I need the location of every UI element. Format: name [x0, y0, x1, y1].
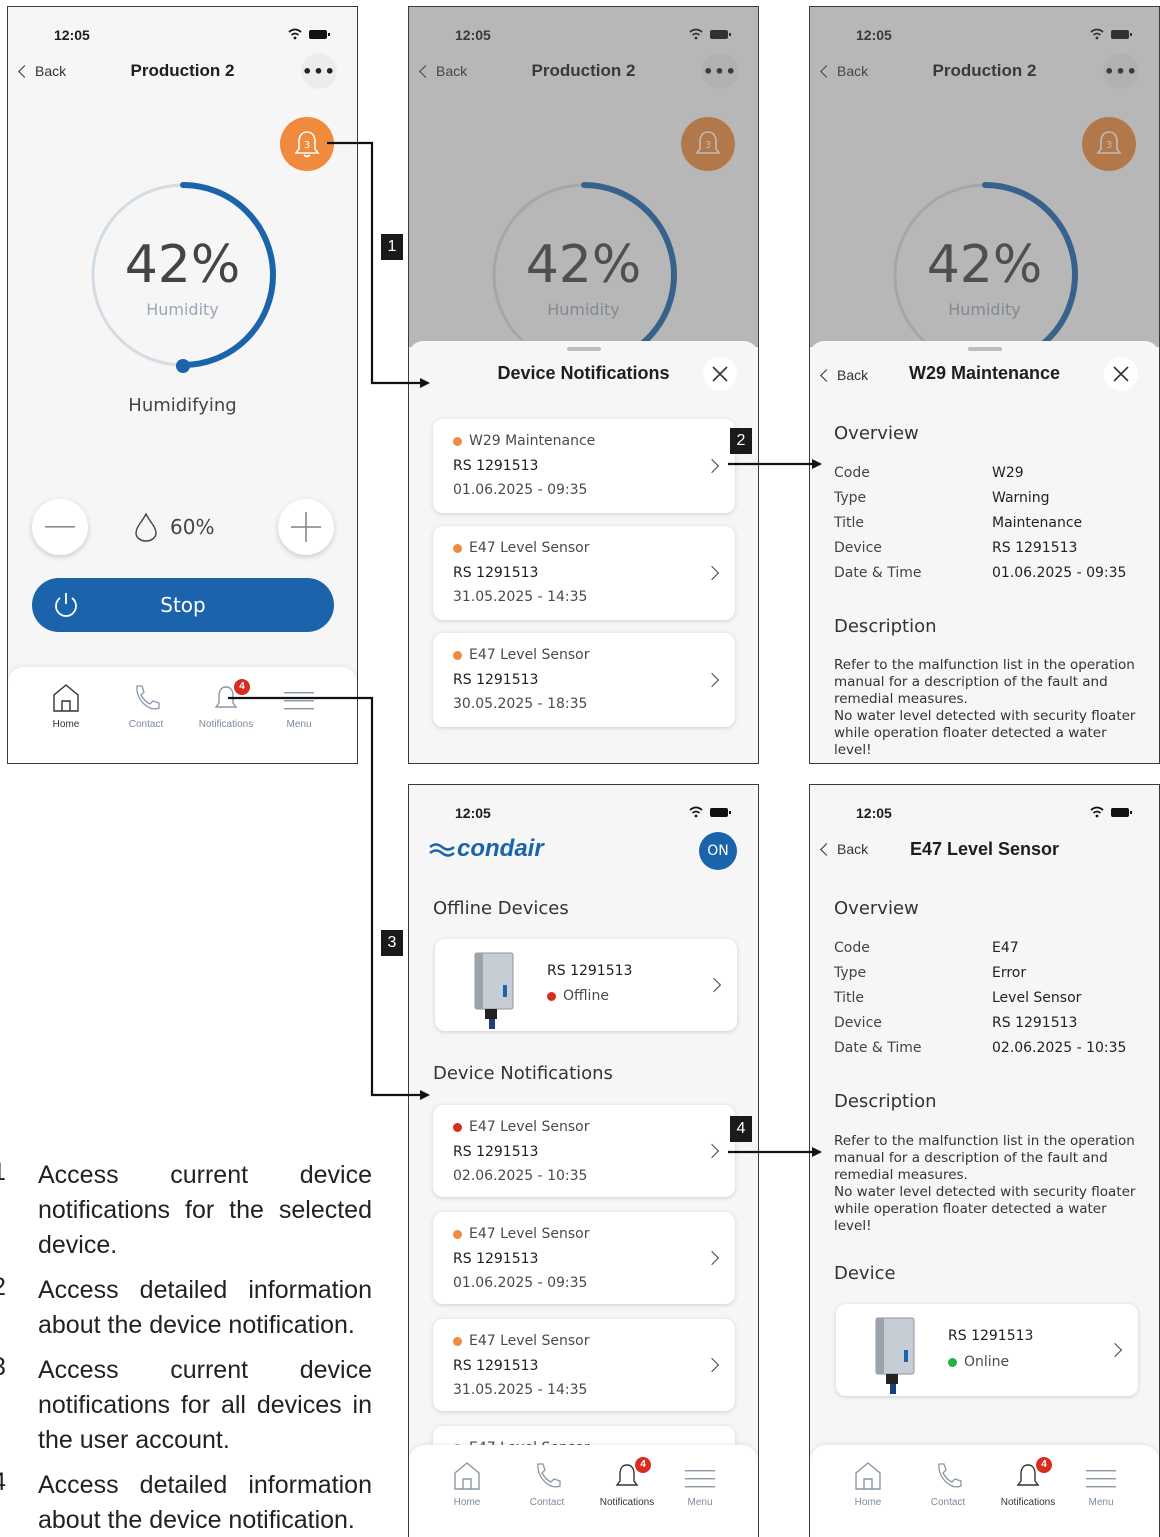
legend-number-4: 4: [0, 1468, 6, 1497]
callout-3: 3: [381, 930, 403, 956]
callout-1: 1: [381, 234, 403, 260]
arrow-3: [228, 696, 430, 1100]
legend-number-3: 3: [0, 1353, 6, 1382]
legend-text-1: Access current device notifications for …: [38, 1161, 372, 1259]
legend-number-1: 1: [0, 1158, 6, 1187]
legend-text-3: Access current device notifications for …: [38, 1356, 372, 1454]
arrow-1: [327, 141, 430, 388]
legend-number-2: 2: [0, 1273, 6, 1302]
callout-2: 2: [730, 428, 752, 454]
legend-text-2: Access detailed information about the de…: [38, 1276, 372, 1339]
legend-text-4: Access detailed information about the de…: [38, 1471, 372, 1534]
callout-4: 4: [730, 1116, 752, 1142]
